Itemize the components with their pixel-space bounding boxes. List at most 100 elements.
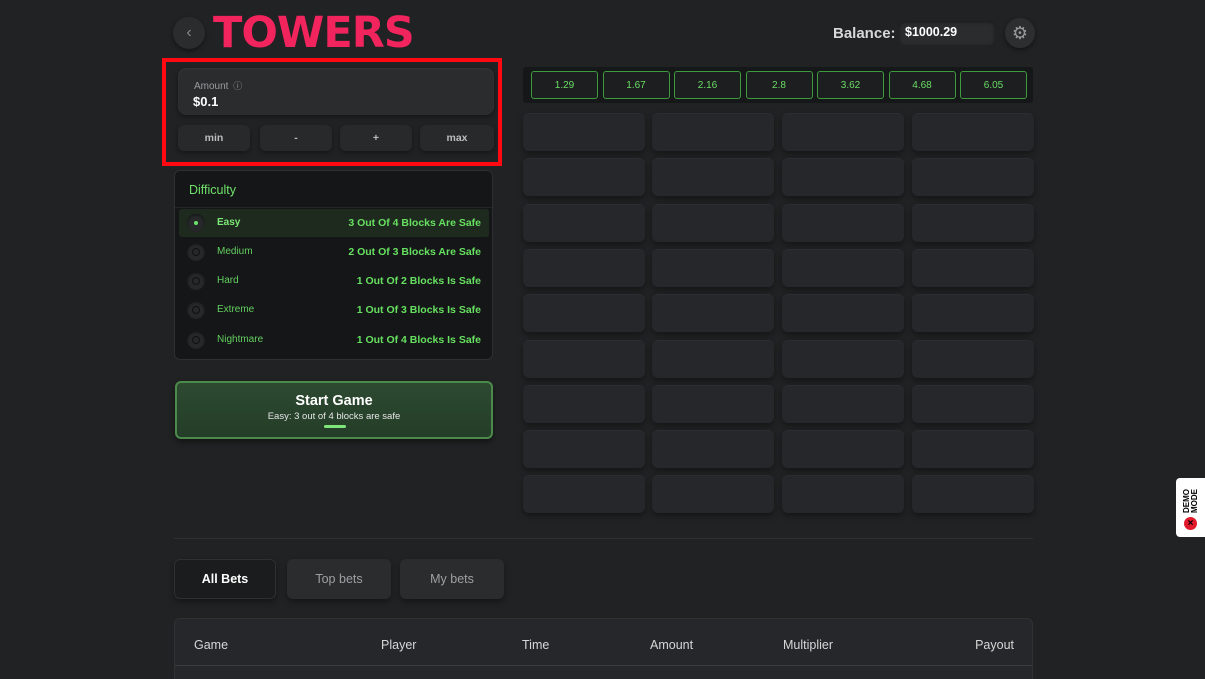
radio-ring	[192, 306, 200, 314]
difficulty-name: Hard	[217, 275, 239, 286]
tower-tile[interactable]	[652, 113, 774, 151]
difficulty-panel: Difficulty Easy 3 Out Of 4 Blocks Are Saf…	[174, 170, 493, 360]
difficulty-title: Difficulty	[189, 183, 237, 197]
radio-ring	[192, 248, 200, 256]
radio-ring	[192, 336, 200, 344]
radio-ring	[192, 277, 200, 285]
tab-my-bets[interactable]: My bets	[400, 559, 504, 599]
multiplier-chip: 3.62	[817, 71, 884, 99]
tower-tile[interactable]	[523, 294, 645, 333]
tower-tile[interactable]	[912, 203, 1034, 242]
tower-tile[interactable]	[782, 158, 904, 197]
tower-tile[interactable]	[523, 475, 645, 514]
multiplier-chip: 4.68	[888, 71, 956, 99]
difficulty-description: 1 Out Of 2 Blocks Is Safe	[356, 275, 481, 287]
radio-button[interactable]	[187, 243, 205, 261]
difficulty-option-easy[interactable]: Easy 3 Out Of 4 Blocks Are Safe	[179, 209, 489, 237]
tower-tile[interactable]	[523, 248, 645, 287]
multiplier-bar: 1.29 1.67 2.16 2.8 3.62 4.68 6.05	[523, 67, 1033, 103]
balance-value: $1000.29	[899, 21, 995, 45]
tower-tile[interactable]	[782, 384, 904, 423]
amount-field[interactable]: Amount ⓘ	[178, 68, 494, 115]
tab-all-bets[interactable]: All Bets	[174, 559, 276, 599]
tower-tile[interactable]	[652, 203, 774, 242]
tower-tile[interactable]	[782, 339, 904, 378]
game-logo: TOWERS	[213, 8, 415, 58]
column-header-amount: Amount	[650, 638, 694, 652]
tower-tile[interactable]	[523, 113, 645, 151]
tower-tile[interactable]	[912, 248, 1034, 287]
tower-tile[interactable]	[652, 475, 774, 514]
demo-mode-label: DEMO MODE	[1182, 489, 1199, 513]
column-header-multiplier: Multiplier	[783, 638, 834, 652]
difficulty-option-medium[interactable]: Medium 2 Out Of 3 Blocks Are Safe	[179, 238, 489, 266]
tower-tile[interactable]	[523, 158, 645, 197]
difficulty-description: 2 Out Of 3 Blocks Are Safe	[348, 246, 481, 258]
tower-tile[interactable]	[652, 294, 774, 333]
tab-top-bets[interactable]: Top bets	[287, 559, 391, 599]
tower-tile[interactable]	[523, 203, 645, 242]
difficulty-option-hard[interactable]: Hard 1 Out Of 2 Blocks Is Safe	[179, 267, 489, 295]
difficulty-option-nightmare[interactable]: Nightmare 1 Out Of 4 Blocks Is Safe	[179, 326, 489, 354]
radio-button[interactable]	[187, 301, 205, 319]
tower-tile[interactable]	[652, 158, 774, 197]
multiplier-chip: 1.67	[602, 71, 670, 99]
tower-tile[interactable]	[782, 294, 904, 333]
min-button[interactable]: min	[178, 125, 250, 151]
tower-tile[interactable]	[912, 294, 1034, 333]
balance-label: Balance:	[833, 25, 896, 42]
demo-mode-badge[interactable]: DEMO MODE ×	[1176, 478, 1205, 537]
info-icon: ⓘ	[233, 81, 243, 91]
tower-tile[interactable]	[782, 475, 904, 514]
multiplier-chip: 2.16	[674, 71, 741, 99]
multiplier-chip: 6.05	[960, 71, 1027, 99]
tower-tile[interactable]	[782, 430, 904, 469]
difficulty-name: Medium	[217, 246, 253, 257]
start-game-button[interactable]: Start Game Easy: 3 out of 4 blocks are s…	[175, 381, 493, 439]
increase-button[interactable]: +	[340, 125, 412, 151]
amount-input[interactable]	[193, 94, 393, 109]
gear-icon: ⚙	[1011, 22, 1029, 43]
tower-tile[interactable]	[523, 339, 645, 378]
back-button[interactable]: ‹	[173, 17, 205, 49]
divider	[175, 207, 492, 208]
tower-tile[interactable]	[912, 475, 1034, 514]
multiplier-chip: 2.8	[745, 71, 813, 99]
amount-panel: Amount ⓘ min - + max	[162, 58, 502, 166]
amount-label: Amount	[194, 81, 229, 92]
start-game-label: Start Game	[295, 393, 373, 409]
tower-tile[interactable]	[782, 203, 904, 242]
tower-tile[interactable]	[912, 113, 1034, 151]
section-divider	[174, 538, 1033, 539]
tower-tile[interactable]	[782, 113, 904, 151]
tower-tile[interactable]	[912, 339, 1034, 378]
radio-button[interactable]	[187, 214, 205, 232]
difficulty-name: Nightmare	[217, 334, 264, 345]
tower-tile[interactable]	[652, 248, 774, 287]
tower-tile[interactable]	[523, 384, 645, 423]
tower-tile[interactable]	[652, 339, 774, 378]
start-game-indicator	[324, 425, 346, 428]
tower-tile[interactable]	[912, 384, 1034, 423]
decrease-button[interactable]: -	[260, 125, 332, 151]
chevron-left-icon: ‹	[186, 24, 192, 41]
radio-button[interactable]	[187, 272, 205, 290]
tower-tile[interactable]	[652, 384, 774, 423]
tower-tile[interactable]	[782, 248, 904, 287]
column-header-game: Game	[194, 638, 229, 652]
settings-button[interactable]: ⚙	[1005, 18, 1035, 48]
start-game-subtitle: Easy: 3 out of 4 blocks are safe	[267, 411, 401, 422]
tower-tile[interactable]	[652, 430, 774, 469]
tower-tile[interactable]	[523, 430, 645, 469]
table-divider	[175, 665, 1032, 666]
max-button[interactable]: max	[420, 125, 494, 151]
close-x-icon: ×	[1184, 517, 1197, 530]
column-header-payout: Payout	[975, 638, 1014, 652]
tower-tile[interactable]	[912, 158, 1034, 197]
radio-button[interactable]	[187, 331, 205, 349]
difficulty-option-extreme[interactable]: Extreme 1 Out Of 3 Blocks Is Safe	[179, 296, 489, 324]
tower-tile[interactable]	[912, 430, 1034, 469]
difficulty-description: 1 Out Of 3 Blocks Is Safe	[356, 304, 481, 316]
bets-table: Game Player Time Amount Multiplier Payou…	[174, 618, 1033, 679]
column-header-time: Time	[522, 638, 550, 652]
